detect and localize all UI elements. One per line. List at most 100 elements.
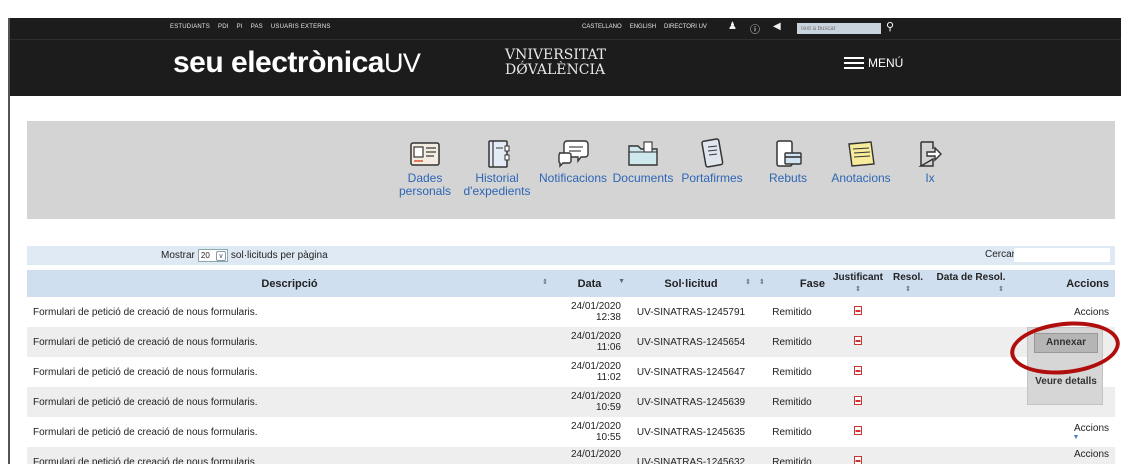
cell-resol [887,447,929,464]
pdf-icon[interactable] [854,426,862,435]
nav-documents[interactable]: Documents [612,138,674,185]
nav-label-line1: Rebuts [768,171,808,185]
table-controls: Mostrar 20 ∨ sol·licituds per pàgina Cer… [27,246,1115,265]
table-row[interactable]: Formulari de petició de creació de nous … [27,387,1115,417]
col-header-data[interactable]: Data ▼ [552,270,627,297]
table-row[interactable]: Formulari de petició de creació de nous … [27,417,1115,447]
folder-icon [628,141,658,166]
cell-data: 24/01/2020 10:55 [570,421,621,443]
nav-rebuts[interactable]: Rebuts [761,138,815,185]
pdf-icon[interactable] [854,456,862,464]
actions-label: Accions [1073,423,1109,434]
table-header-row: Descripció ⇕ Data ▼ Sol·licitud ⇕ Fase ⇕ Jus… [27,270,1115,297]
brand-logo[interactable]: seu electrònicaUV [173,46,421,80]
share-icon[interactable]: ◀ [773,21,781,36]
cell-justificant [829,417,887,447]
info-icon[interactable]: ⓘ [750,21,760,36]
sort-icon: ⇕ [542,279,548,286]
cell-resol [887,387,929,417]
nav-notificacions[interactable]: Notificacions [535,138,611,185]
main-menu-button[interactable]: MENÚ [844,56,903,70]
cell-sollicitud: UV-SINATRAS-1245632 [627,447,755,464]
col-header-justificant[interactable]: Justificant ⇕ [829,270,887,297]
table-row[interactable]: Formulari de petició de creació de nous … [27,327,1115,357]
caret-down-icon: ▼ [1072,434,1080,441]
col-header-resol[interactable]: Resol. ⇕ [887,270,929,297]
binder-icon [488,140,510,168]
cell-sollicitud: UV-SINATRAS-1245639 [627,387,755,417]
actions-dropdown[interactable]: Accions [1013,447,1115,464]
nav-label-line1: Documents [612,171,674,185]
cell-justificant [829,447,887,464]
pdf-icon[interactable] [854,336,862,345]
link-pdi[interactable]: PDI [218,24,229,30]
table-search-input[interactable] [1014,248,1110,262]
col-header-fase[interactable]: Fase ⇕ [755,270,829,297]
cell-descripcio: Formulari de petició de creació de nous … [27,447,552,464]
col-header-descripcio[interactable]: Descripció ⇕ [27,270,552,297]
table-row[interactable]: Formulari de petició de creació de nous … [27,447,1115,464]
cell-sollicitud: UV-SINATRAS-1245654 [627,327,755,357]
link-english[interactable]: ENGLISH [630,24,656,30]
cell-descripcio: Formulari de petició de creació de nous … [33,366,258,378]
sort-icon: ⇕ [998,286,1004,293]
cell-sollicitud: UV-SINATRAS-1245635 [636,426,746,438]
cell-sollicitud: UV-SINATRAS-1245647 [636,366,746,378]
nav-ix[interactable]: Ix [915,138,945,185]
cell-fase: Remitido [755,447,829,464]
show-label: Mostrar [161,250,195,261]
cell-descripcio: Formulari de petició de creació de nous … [33,306,258,318]
nav-historial-expedients[interactable]: Historial d'expedients [460,138,534,198]
cell-data: 24/01/2020 12:38 [570,301,621,323]
cell-fase: Remitido [755,387,829,417]
cell-justificant [829,357,887,387]
chat-bubbles-icon [558,140,589,168]
link-pi[interactable]: PI [237,24,243,30]
cell-descripcio: Formulari de petició de creació de nous … [27,327,552,357]
user-icon[interactable]: ♟ [728,21,737,36]
link-usuaris-externs[interactable]: USUARIS EXTERNS [271,24,331,30]
link-directori-uv[interactable]: DIRECTORI UV [664,24,707,30]
table-row[interactable]: Formulari de petició de creació de nous … [27,357,1115,387]
col-header-data-resol[interactable]: Data de Resol. ⇕ [929,270,1013,297]
site-header: ESTUDIANTS PDI PI PAS USUARIS EXTERNS CA… [10,18,1121,96]
cell-justificant [829,327,887,357]
icon-navigation: Dades personals Historial d'expedients N… [27,121,1115,219]
university-logo[interactable]: VNIVERSITAT DǾVALÈNCIA [505,48,606,78]
brand-name: seu electrònica [173,46,384,79]
university-logo-line2: DǾVALÈNCIA [505,62,606,78]
link-estudiants[interactable]: ESTUDIANTS [170,24,210,30]
cell-data-resol [929,387,1013,417]
link-pas[interactable]: PAS [251,24,263,30]
link-castellano[interactable]: CASTELLANO [582,24,622,30]
nav-dades-personals[interactable]: Dades personals [395,138,455,198]
cell-data: 24/01/2020 11:02 [570,361,621,383]
col-header-sollicitud[interactable]: Sol·licitud ⇕ [627,270,755,297]
table-row[interactable]: Formulari de petició de creació de nous … [27,297,1115,327]
cell-resol [887,357,929,387]
sort-icon: ⇕ [759,279,765,286]
nav-portafirmes[interactable]: Portafirmes [677,138,747,185]
nav-anotacions[interactable]: Anotacions [827,138,895,185]
page: ESTUDIANTS PDI PI PAS USUARIS EXTERNS CA… [0,0,1121,464]
pdf-icon[interactable] [854,366,862,375]
receipt-card-icon [776,140,802,167]
nav-label-line1: Notificacions [538,171,608,185]
cell-data-resol [929,357,1013,387]
cell-resol [887,417,929,447]
requests-table: Descripció ⇕ Data ▼ Sol·licitud ⇕ Fase ⇕ Jus… [27,270,1115,464]
audience-links: ESTUDIANTS PDI PI PAS USUARIS EXTERNS [170,24,331,30]
actions-dropdown[interactable]: Accions ▼ [1013,417,1115,447]
col-header-accions: Accions [1013,270,1115,297]
cell-data: 24/01/2020 11:06 [552,327,627,357]
per-page-label: sol·licituds per pàgina [230,250,328,261]
page-length-select[interactable]: 20 ∨ [197,249,228,262]
pdf-icon[interactable] [854,306,862,315]
cell-data: 24/01/2020 10:59 [552,387,627,417]
pdf-icon[interactable] [854,396,862,405]
search-icon[interactable]: ⚲ [886,20,894,33]
top-icons: ♟ ⓘ ◀ [728,21,781,36]
veure-detalls-menu-item[interactable]: Veure detalls [1028,376,1104,387]
site-search-input[interactable] [797,23,881,34]
exit-icon [918,141,942,167]
